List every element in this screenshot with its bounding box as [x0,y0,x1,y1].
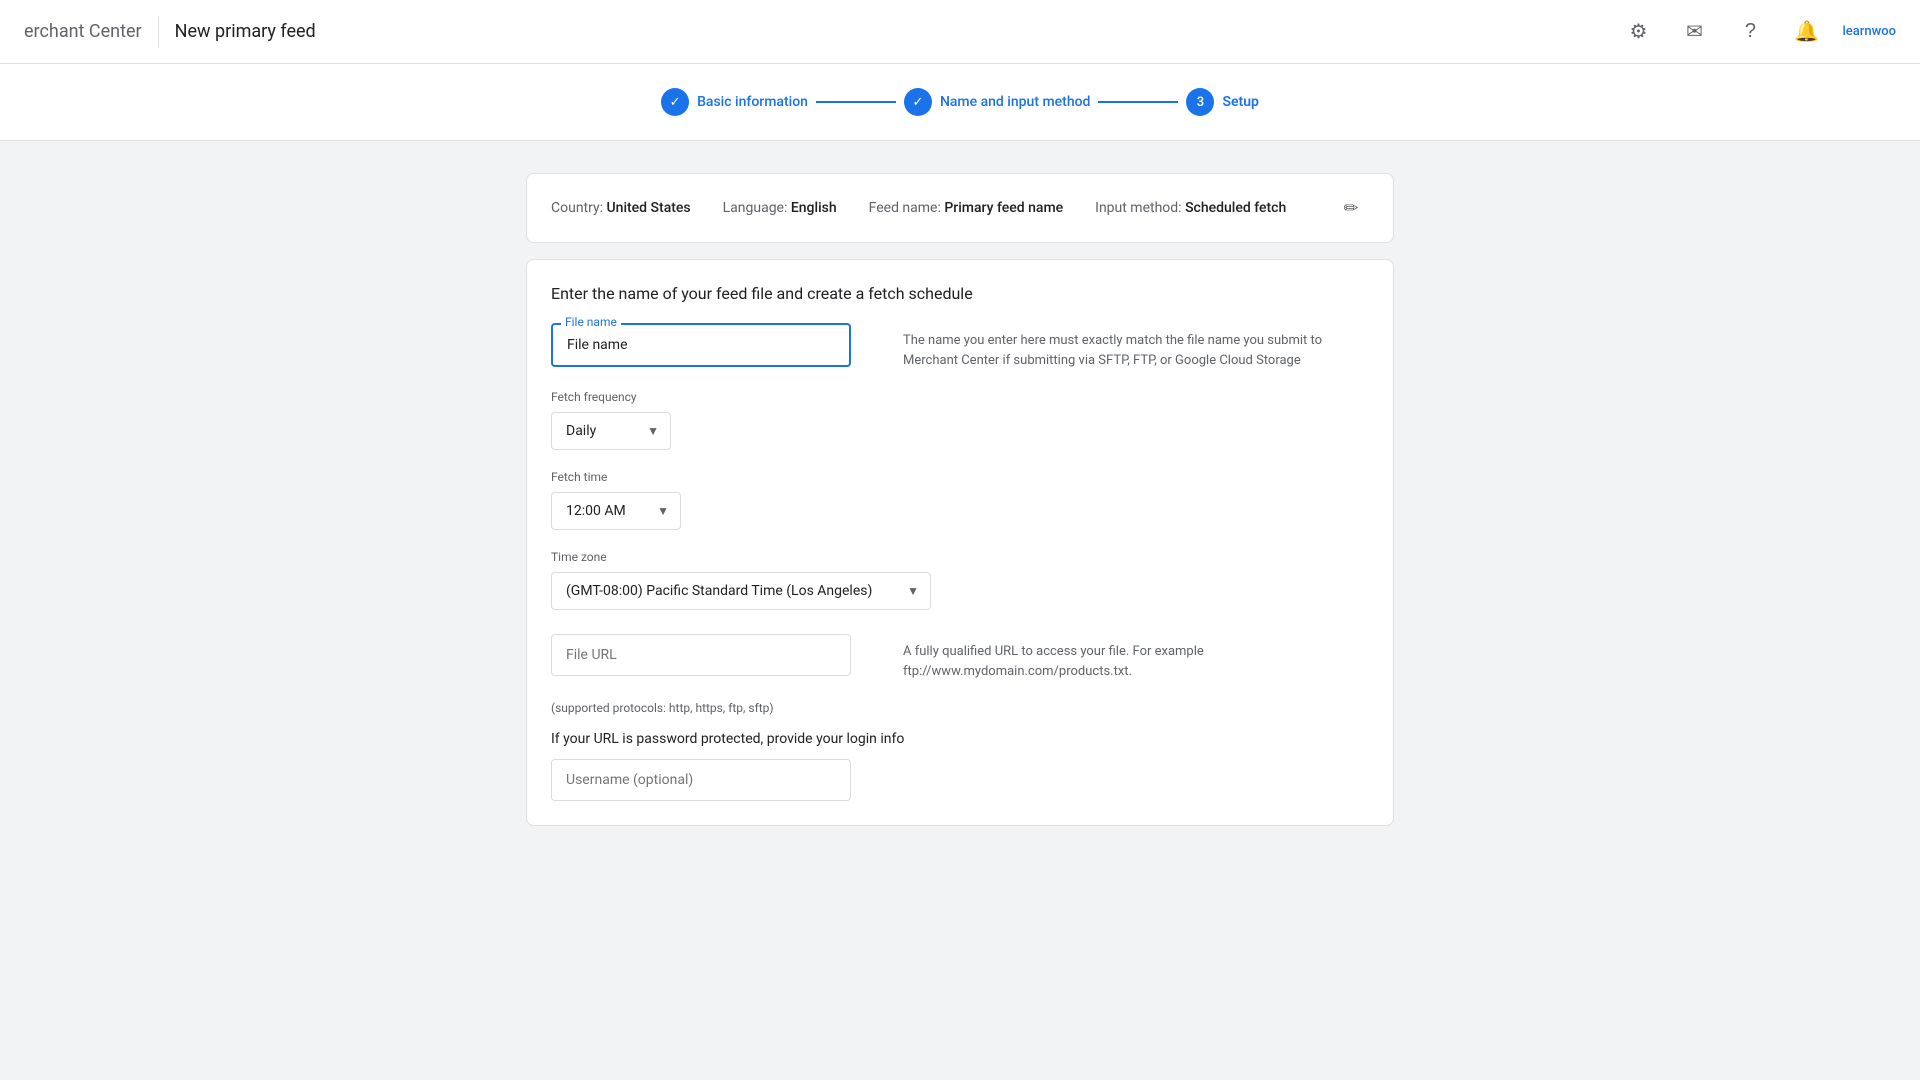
summary-input-method: Input method: Scheduled fetch [1095,200,1286,216]
step-3-label: Setup [1222,94,1258,110]
step-2-circle: ✓ [904,88,932,116]
timezone-label: Time zone [551,550,1369,564]
file-url-input[interactable] [551,634,851,676]
step-1-icon: ✓ [670,95,681,110]
step-3: 3 Setup [1186,88,1258,116]
summary-country-value: United States [607,200,691,216]
step-3-icon: 3 [1197,95,1204,110]
username-input[interactable] [551,759,851,801]
fetch-time-wrapper: 12:00 AM 1:00 AM 2:00 AM 6:00 AM 12:00 P… [551,492,681,530]
username-field-wrapper [551,759,851,801]
summary-card: Country: United States Language: English… [526,173,1394,243]
username-section [551,759,1369,801]
page-title: New primary feed [175,21,316,42]
file-name-input[interactable] [551,323,851,367]
file-name-row: File name The name you enter here must e… [551,323,1369,370]
notifications-button[interactable]: 🔔 [1786,12,1826,52]
step-3-circle: 3 [1186,88,1214,116]
file-url-col-left [551,634,871,681]
step-2: ✓ Name and input method [904,88,1091,116]
stepper-container: ✓ Basic information ✓ Name and input met… [0,64,1920,141]
summary-input-method-value: Scheduled fetch [1185,200,1286,216]
header-divider [158,16,159,48]
summary-language-value: English [791,200,837,216]
step-1-circle: ✓ [661,88,689,116]
step-2-icon: ✓ [912,95,923,110]
header-brand: erchant Center [24,21,142,42]
summary-language: Language: English [723,200,837,216]
timezone-select[interactable]: (GMT-08:00) Pacific Standard Time (Los A… [551,572,931,610]
fetch-frequency-section: Fetch frequency Daily Weekly Monthly ▼ [551,390,1369,450]
file-url-field-wrapper [551,634,851,676]
fetch-time-section: Fetch time 12:00 AM 1:00 AM 2:00 AM 6:00… [551,470,1369,530]
timezone-wrapper: (GMT-08:00) Pacific Standard Time (Los A… [551,572,931,610]
fetch-time-select[interactable]: 12:00 AM 1:00 AM 2:00 AM 6:00 AM 12:00 P… [551,492,681,530]
edit-button[interactable]: ✏ [1333,190,1369,226]
file-url-hint: A fully qualified URL to access your fil… [903,634,1369,681]
file-url-row: A fully qualified URL to access your fil… [551,634,1369,681]
password-section-title: If your URL is password protected, provi… [551,731,1369,747]
help-icon: ? [1745,20,1756,43]
learnwood-logo: learnwoo [1842,24,1896,39]
edit-icon: ✏ [1343,198,1358,219]
settings-button[interactable]: ⚙ [1618,12,1658,52]
file-name-col-left: File name [551,323,871,370]
stepper: ✓ Basic information ✓ Name and input met… [661,88,1259,116]
step-1-label: Basic information [697,94,808,110]
header: erchant Center New primary feed ⚙ ✉ ? 🔔 … [0,0,1920,64]
summary-feed-name: Feed name: Primary feed name [869,200,1064,216]
main-content: Country: United States Language: English… [510,173,1410,826]
step-2-label: Name and input method [940,94,1091,110]
summary-feed-name-value: Primary feed name [944,200,1063,216]
timezone-section: Time zone (GMT-08:00) Pacific Standard T… [551,550,1369,610]
summary-country: Country: United States [551,200,691,216]
settings-icon: ⚙ [1630,19,1648,44]
step-1: ✓ Basic information [661,88,808,116]
form-section-title: Enter the name of your feed file and cre… [551,284,1369,303]
step-connector-2 [1098,101,1178,103]
learnwood-label: learnwoo [1842,24,1896,39]
step-connector-1 [816,101,896,103]
fetch-frequency-wrapper: Daily Weekly Monthly ▼ [551,412,671,450]
help-button[interactable]: ? [1730,12,1770,52]
form-card: Enter the name of your feed file and cre… [526,259,1394,826]
fetch-frequency-select[interactable]: Daily Weekly Monthly [551,412,671,450]
file-name-field-wrapper: File name [551,323,851,367]
notifications-icon: 🔔 [1794,19,1819,44]
fetch-time-label: Fetch time [551,470,1369,484]
file-name-hint: The name you enter here must exactly mat… [903,323,1369,370]
mail-button[interactable]: ✉ [1674,12,1714,52]
mail-icon: ✉ [1686,19,1703,44]
header-actions: ⚙ ✉ ? 🔔 learnwoo [1618,12,1896,52]
brand-name: erchant Center [24,21,142,42]
file-name-field-label: File name [561,315,621,329]
fetch-frequency-label: Fetch frequency [551,390,1369,404]
supported-protocols: (supported protocols: http, https, ftp, … [551,701,1369,715]
